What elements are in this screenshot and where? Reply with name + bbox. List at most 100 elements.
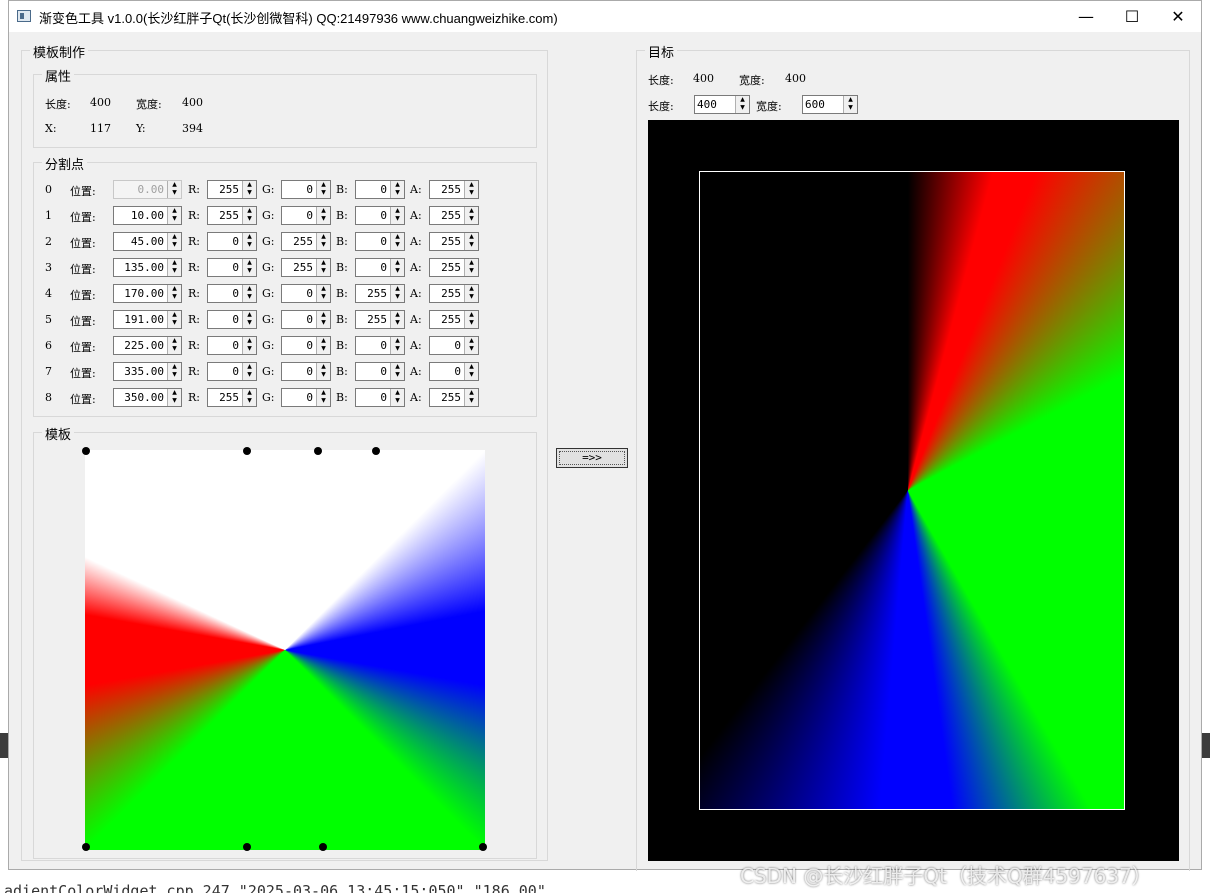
split-r-spinbox[interactable]: 0 ▲ ▼ — [207, 310, 257, 329]
split-a-input[interactable]: 0 — [454, 365, 461, 378]
split-r-spinbox[interactable]: 255 ▲ ▼ — [207, 206, 257, 225]
spin-arrows-icon[interactable]: ▲ ▼ — [316, 311, 330, 328]
split-b-input[interactable]: 0 — [380, 235, 387, 248]
spin-arrows-icon[interactable]: ▲ ▼ — [316, 389, 330, 406]
spin-arrows-icon[interactable]: ▲ ▼ — [242, 389, 256, 406]
split-position-input[interactable]: 170.00 — [124, 287, 164, 300]
split-g-spinbox[interactable]: 0 ▲ ▼ — [281, 336, 331, 355]
spin-arrows-icon[interactable]: ▲ ▼ — [242, 311, 256, 328]
split-g-input[interactable]: 255 — [293, 261, 313, 274]
split-handle[interactable] — [314, 447, 322, 455]
split-b-input[interactable]: 0 — [380, 391, 387, 404]
split-r-input[interactable]: 0 — [232, 339, 239, 352]
split-position-input[interactable]: 350.00 — [124, 391, 164, 404]
split-a-spinbox[interactable]: 0 ▲ ▼ — [429, 362, 479, 381]
split-b-spinbox[interactable]: 255 ▲ ▼ — [355, 284, 405, 303]
split-handle[interactable] — [372, 447, 380, 455]
spin-arrows-icon[interactable]: ▲ ▼ — [167, 233, 181, 250]
spin-arrows-icon[interactable]: ▲ ▼ — [464, 311, 478, 328]
spin-arrows-icon[interactable]: ▲ ▼ — [242, 363, 256, 380]
spin-arrows-icon[interactable]: ▲ ▼ — [390, 285, 404, 302]
maximize-button[interactable]: ☐ — [1109, 1, 1155, 32]
split-b-spinbox[interactable]: 0 ▲ ▼ — [355, 206, 405, 225]
split-r-input[interactable]: 0 — [232, 313, 239, 326]
split-r-input[interactable]: 255 — [219, 391, 239, 404]
spin-arrows-icon[interactable]: ▲ ▼ — [167, 389, 181, 406]
spin-arrows-icon[interactable]: ▲ ▼ — [316, 207, 330, 224]
split-r-spinbox[interactable]: 0 ▲ ▼ — [207, 336, 257, 355]
split-a-spinbox[interactable]: 255 ▲ ▼ — [429, 258, 479, 277]
convert-button[interactable]: =>> — [556, 448, 628, 468]
spin-arrows-icon[interactable]: ▲ ▼ — [464, 181, 478, 198]
split-g-input[interactable]: 0 — [306, 183, 313, 196]
split-position-spinbox[interactable]: 10.00 ▲ ▼ — [113, 206, 182, 225]
spin-arrows-icon[interactable]: ▲ ▼ — [390, 337, 404, 354]
split-b-input[interactable]: 255 — [367, 313, 387, 326]
split-r-input[interactable]: 0 — [232, 235, 239, 248]
split-g-spinbox[interactable]: 0 ▲ ▼ — [281, 388, 331, 407]
spin-arrows-icon[interactable]: ▲ ▼ — [843, 96, 857, 113]
split-g-spinbox[interactable]: 255 ▲ ▼ — [281, 258, 331, 277]
spin-arrows-icon[interactable]: ▲ ▼ — [167, 363, 181, 380]
split-r-spinbox[interactable]: 255 ▲ ▼ — [207, 388, 257, 407]
spin-arrows-icon[interactable]: ▲ ▼ — [464, 259, 478, 276]
spin-arrows-icon[interactable]: ▲ ▼ — [390, 259, 404, 276]
spin-arrows-icon[interactable]: ▲ ▼ — [464, 363, 478, 380]
target-length-input[interactable]: 400 — [697, 98, 717, 111]
split-position-input[interactable]: 10.00 — [131, 209, 164, 222]
split-g-input[interactable]: 0 — [306, 287, 313, 300]
split-g-input[interactable]: 255 — [293, 235, 313, 248]
split-r-input[interactable]: 255 — [219, 183, 239, 196]
split-r-input[interactable]: 255 — [219, 209, 239, 222]
split-b-spinbox[interactable]: 0 ▲ ▼ — [355, 362, 405, 381]
title-bar[interactable]: 渐变色工具 v1.0.0(长沙红胖子Qt(长沙创微智科) QQ:21497936… — [9, 1, 1201, 32]
spin-arrows-icon[interactable]: ▲ ▼ — [242, 259, 256, 276]
split-a-input[interactable]: 0 — [454, 339, 461, 352]
split-r-spinbox[interactable]: 0 ▲ ▼ — [207, 362, 257, 381]
spin-arrows-icon[interactable]: ▲ ▼ — [464, 389, 478, 406]
split-b-spinbox[interactable]: 0 ▲ ▼ — [355, 388, 405, 407]
spin-arrows-icon[interactable]: ▲ ▼ — [167, 259, 181, 276]
split-g-spinbox[interactable]: 255 ▲ ▼ — [281, 232, 331, 251]
split-b-input[interactable]: 0 — [380, 261, 387, 274]
split-position-spinbox[interactable]: 335.00 ▲ ▼ — [113, 362, 182, 381]
split-handle[interactable] — [479, 843, 487, 851]
split-position-input[interactable]: 45.00 — [131, 235, 164, 248]
split-b-input[interactable]: 255 — [367, 287, 387, 300]
split-a-input[interactable]: 255 — [441, 391, 461, 404]
spin-arrows-icon[interactable]: ▲ ▼ — [316, 337, 330, 354]
split-handle[interactable] — [82, 447, 90, 455]
split-r-spinbox[interactable]: 0 ▲ ▼ — [207, 258, 257, 277]
split-position-input[interactable]: 335.00 — [124, 365, 164, 378]
split-g-input[interactable]: 0 — [306, 391, 313, 404]
split-g-spinbox[interactable]: 0 ▲ ▼ — [281, 206, 331, 225]
split-b-spinbox[interactable]: 0 ▲ ▼ — [355, 232, 405, 251]
spin-arrows-icon[interactable]: ▲ ▼ — [390, 311, 404, 328]
split-a-spinbox[interactable]: 255 ▲ ▼ — [429, 310, 479, 329]
split-b-spinbox[interactable]: 255 ▲ ▼ — [355, 310, 405, 329]
split-b-input[interactable]: 0 — [380, 339, 387, 352]
split-handle[interactable] — [319, 843, 327, 851]
split-r-input[interactable]: 0 — [232, 261, 239, 274]
split-g-input[interactable]: 0 — [306, 365, 313, 378]
target-length-spinbox[interactable]: 400 ▲ ▼ — [694, 95, 750, 114]
split-b-spinbox[interactable]: 0 ▲ ▼ — [355, 336, 405, 355]
split-a-input[interactable]: 255 — [441, 209, 461, 222]
spin-arrows-icon[interactable]: ▲ ▼ — [464, 285, 478, 302]
spin-arrows-icon[interactable]: ▲ ▼ — [242, 285, 256, 302]
split-a-spinbox[interactable]: 255 ▲ ▼ — [429, 206, 479, 225]
split-position-spinbox[interactable]: 45.00 ▲ ▼ — [113, 232, 182, 251]
split-r-input[interactable]: 0 — [232, 365, 239, 378]
close-button[interactable]: ✕ — [1155, 1, 1201, 32]
split-position-spinbox[interactable]: 191.00 ▲ ▼ — [113, 310, 182, 329]
split-position-spinbox[interactable]: 170.00 ▲ ▼ — [113, 284, 182, 303]
spin-arrows-icon[interactable]: ▲ ▼ — [167, 207, 181, 224]
spin-arrows-icon[interactable]: ▲ ▼ — [167, 311, 181, 328]
split-position-spinbox[interactable]: 225.00 ▲ ▼ — [113, 336, 182, 355]
split-b-spinbox[interactable]: 0 ▲ ▼ — [355, 180, 405, 199]
split-r-spinbox[interactable]: 0 ▲ ▼ — [207, 284, 257, 303]
split-g-spinbox[interactable]: 0 ▲ ▼ — [281, 284, 331, 303]
split-handle[interactable] — [243, 843, 251, 851]
split-g-spinbox[interactable]: 0 ▲ ▼ — [281, 362, 331, 381]
split-position-spinbox[interactable]: 350.00 ▲ ▼ — [113, 388, 182, 407]
